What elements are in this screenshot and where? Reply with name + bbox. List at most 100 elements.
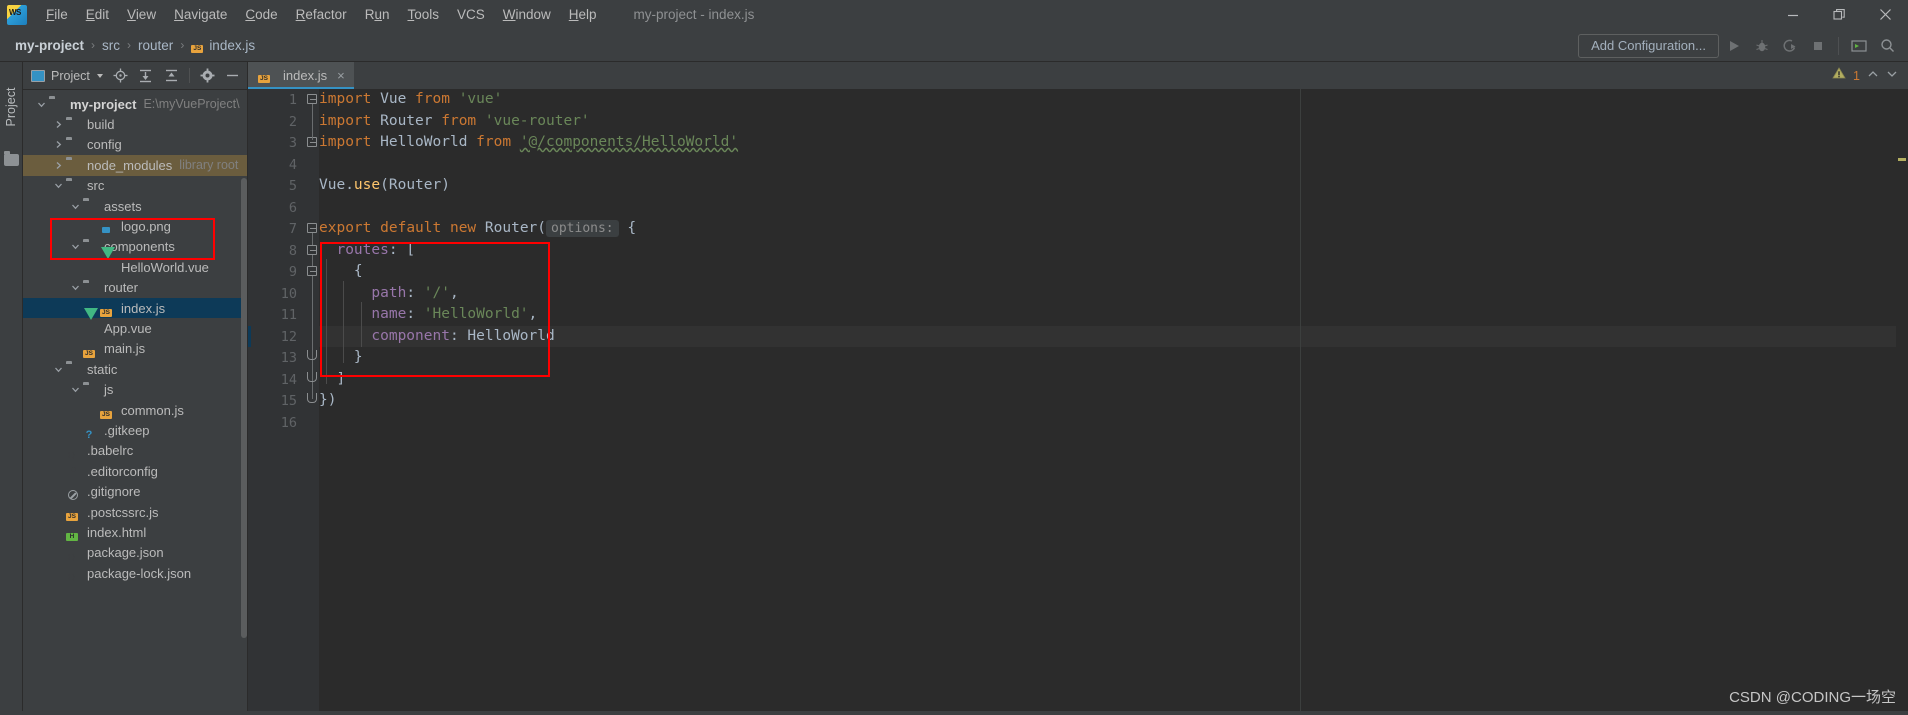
code-line-3: import HelloWorld from '@/components/Hel… xyxy=(319,132,738,154)
tree-row-app-vue[interactable]: App.vue xyxy=(23,308,248,338)
expand-all-icon[interactable] xyxy=(135,64,158,87)
tree-row-assets[interactable]: assets xyxy=(23,196,248,216)
debug-icon[interactable] xyxy=(1749,33,1775,59)
chevron-down-icon[interactable] xyxy=(51,365,66,374)
tool-window-button-project[interactable]: Project xyxy=(4,79,18,135)
fold-marker-line7[interactable] xyxy=(307,223,317,233)
hide-panel-icon[interactable] xyxy=(221,64,244,87)
selected-file-marker xyxy=(248,325,251,347)
tree-row-common-js[interactable]: JS common.js xyxy=(23,400,248,420)
collapse-all-icon[interactable] xyxy=(160,64,183,87)
tree-row--postcssrc-js[interactable]: JS .postcssrc.js xyxy=(23,502,248,522)
fold-marker-line8[interactable] xyxy=(307,245,317,255)
terminal-icon[interactable] xyxy=(1846,33,1872,59)
breadcrumb-item-my-project[interactable]: my-project xyxy=(11,38,88,53)
chevron-down-icon[interactable] xyxy=(1886,67,1898,85)
tree-row-helloworld-vue[interactable]: HelloWorld.vue xyxy=(23,247,248,277)
tree-row-router[interactable]: router xyxy=(23,278,248,298)
menu-item-run[interactable]: Run xyxy=(356,3,399,26)
breadcrumb-item-router[interactable]: router xyxy=(134,38,177,53)
breadcrumb-item-src[interactable]: src xyxy=(98,38,124,53)
code-line-5: Vue.use(Router) xyxy=(319,175,450,197)
warning-marker[interactable] xyxy=(1898,158,1906,161)
tree-row-index-js[interactable]: JS index.js xyxy=(23,297,248,319)
project-view-selector[interactable]: Project xyxy=(27,69,103,83)
code-editor[interactable]: 1 2 3 4 5 6 7 8 9 10 11 12 13 14 15 16 import Vue from … xyxy=(248,89,1908,715)
chevron-right-icon[interactable] xyxy=(51,120,66,129)
chevron-down-icon[interactable] xyxy=(51,181,66,190)
menu-item-code[interactable]: Code xyxy=(236,3,286,26)
tree-row-index-html[interactable]: Hindex.html xyxy=(23,522,248,542)
tab-label: index.js xyxy=(283,68,328,83)
code-token: '@/components/HelloWorld' xyxy=(519,134,739,150)
chevron-down-icon[interactable] xyxy=(68,202,83,211)
indent-guide xyxy=(326,259,327,384)
code-content[interactable]: import Vue from 'vue' import Router from … xyxy=(319,89,1908,715)
restore-icon[interactable] xyxy=(1816,0,1862,29)
menu-item-view[interactable]: View xyxy=(118,3,165,26)
search-everywhere-icon[interactable] xyxy=(1874,33,1900,59)
marker-track[interactable] xyxy=(1896,116,1908,715)
tree-row-package-json[interactable]: package.json xyxy=(23,543,248,563)
tree-row-config[interactable]: config xyxy=(23,135,248,155)
fold-marker-line1[interactable] xyxy=(307,94,317,104)
menu-item-help[interactable]: Help xyxy=(560,3,606,26)
close-icon[interactable] xyxy=(1862,0,1908,29)
code-folding-gutter[interactable] xyxy=(305,89,319,715)
run-with-coverage-icon[interactable] xyxy=(1777,33,1803,59)
locate-icon[interactable] xyxy=(109,64,132,87)
tree-row-label: .editorconfig xyxy=(87,463,158,479)
tree-row-static[interactable]: static xyxy=(23,359,248,379)
menu-item-file[interactable]: File xyxy=(37,3,77,26)
tree-row--gitkeep[interactable]: ? .gitkeep xyxy=(23,420,248,442)
add-configuration-button[interactable]: Add Configuration... xyxy=(1578,33,1719,58)
code-token: component xyxy=(371,327,450,344)
tree-row-node-modules[interactable]: node_modules library root xyxy=(23,155,248,176)
chevron-down-icon[interactable] xyxy=(68,385,83,394)
tree-row--editorconfig[interactable]: .editorconfig xyxy=(23,461,248,481)
tree-row-label: main.js xyxy=(104,341,146,357)
tree-row--gitignore[interactable]: .gitignore xyxy=(23,481,248,501)
menu-item-edit[interactable]: Edit xyxy=(77,3,118,26)
project-tree[interactable]: my-project E:\myVueProject\ build config nod… xyxy=(23,90,248,583)
breadcrumb-item-index-js[interactable]: JS index.js xyxy=(187,38,259,53)
stop-icon[interactable] xyxy=(1805,33,1831,59)
tree-row-logo-png[interactable]: logo.png xyxy=(23,216,248,236)
menu-item-refactor[interactable]: Refactor xyxy=(287,3,356,26)
breadcrumb-label: src xyxy=(102,37,121,53)
menu-item-tools[interactable]: Tools xyxy=(398,3,448,26)
line-number: 9 xyxy=(288,264,297,280)
chevron-right-icon[interactable] xyxy=(51,140,66,149)
chevron-down-icon[interactable] xyxy=(34,100,49,109)
chevron-down-icon[interactable] xyxy=(68,242,83,251)
code-token: HelloWorld xyxy=(371,134,477,150)
minimize-icon[interactable] xyxy=(1770,0,1816,29)
chevron-right-icon[interactable] xyxy=(51,161,66,170)
tree-row-js[interactable]: js xyxy=(23,379,248,399)
tree-row-my-project[interactable]: my-project E:\myVueProject\ xyxy=(23,94,248,114)
chevron-down-icon[interactable] xyxy=(68,283,83,292)
code-token: { xyxy=(618,220,637,236)
code-token: from xyxy=(441,112,477,129)
tree-row-main-js[interactable]: JS main.js xyxy=(23,339,248,359)
folder-icon xyxy=(66,178,82,194)
run-icon[interactable] xyxy=(1721,33,1747,59)
menu-item-window[interactable]: Window xyxy=(494,3,560,26)
tree-row-src[interactable]: src xyxy=(23,176,248,196)
tree-row-build[interactable]: build xyxy=(23,114,248,134)
breadcrumb: my-project › src › router › JS index.js xyxy=(11,38,259,53)
close-icon[interactable]: × xyxy=(337,68,345,83)
line-number: 3 xyxy=(288,135,297,151)
code-token: , xyxy=(528,306,538,322)
settings-gear-icon[interactable] xyxy=(196,64,219,87)
tree-row-label: index.html xyxy=(87,524,147,540)
tree-row--babelrc[interactable]: .babelrc xyxy=(23,441,248,461)
tab-index-js[interactable]: JS index.js × xyxy=(248,62,354,89)
unknown-file-icon: ? xyxy=(85,429,93,442)
fold-marker-line9[interactable] xyxy=(307,266,317,276)
tree-row-package-lock-json[interactable]: package-lock.json xyxy=(23,563,248,583)
menu-item-vcs[interactable]: VCS xyxy=(448,3,494,26)
menu-item-navigate[interactable]: Navigate xyxy=(165,3,236,26)
tree-row-components[interactable]: components xyxy=(23,237,248,257)
chevron-up-icon[interactable] xyxy=(1867,67,1879,85)
